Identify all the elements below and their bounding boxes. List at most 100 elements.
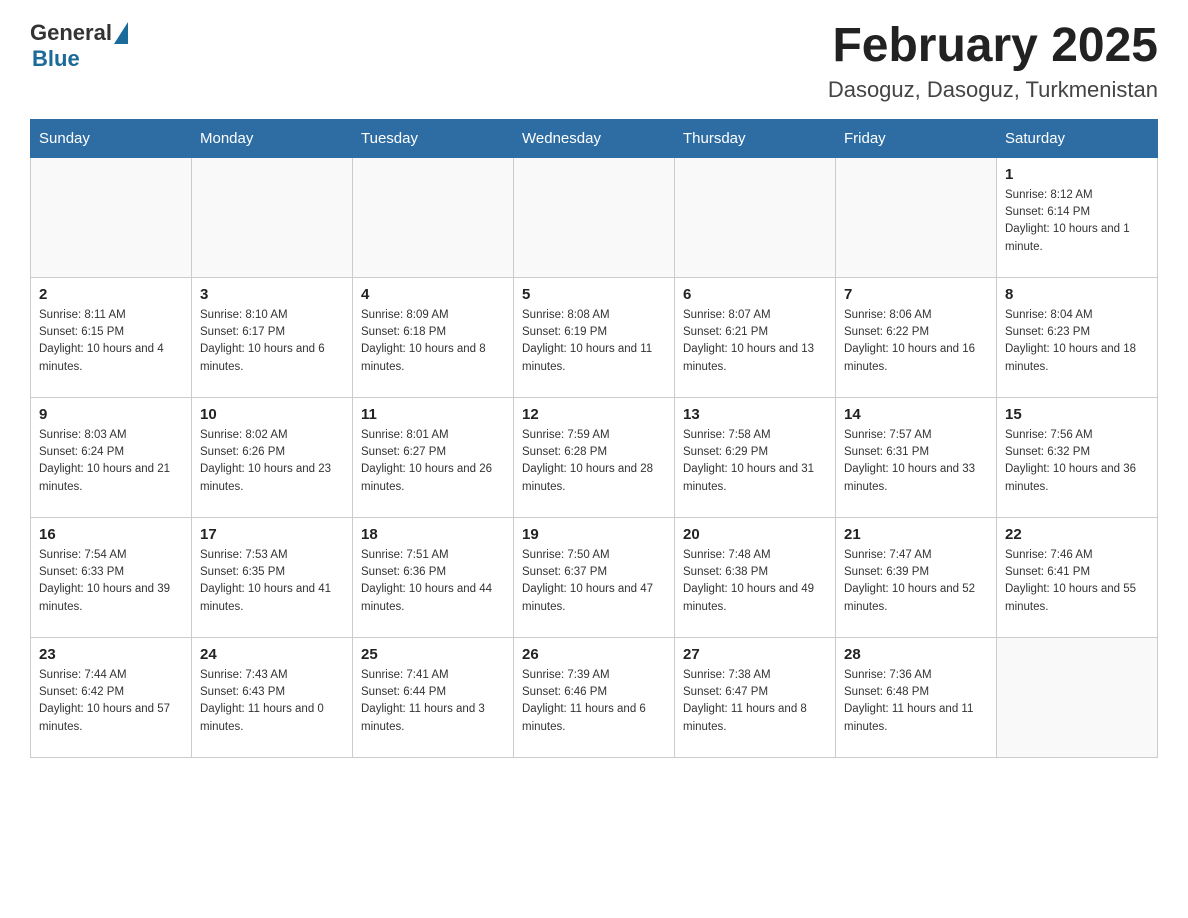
day-info: Sunrise: 7:58 AM Sunset: 6:29 PM Dayligh… bbox=[683, 427, 827, 496]
day-number: 24 bbox=[200, 646, 344, 663]
day-info: Sunrise: 8:06 AM Sunset: 6:22 PM Dayligh… bbox=[844, 307, 988, 376]
calendar-header-thursday: Thursday bbox=[675, 119, 836, 157]
day-info: Sunrise: 7:39 AM Sunset: 6:46 PM Dayligh… bbox=[522, 667, 666, 736]
location-subtitle: Dasoguz, Dasoguz, Turkmenistan bbox=[828, 77, 1158, 103]
calendar-day-cell: 11 Sunrise: 8:01 AM Sunset: 6:27 PM Dayli… bbox=[353, 397, 514, 517]
title-section: February 2025 Dasoguz, Dasoguz, Turkmeni… bbox=[828, 20, 1158, 103]
logo-general-text: General bbox=[30, 20, 112, 46]
calendar-day-cell: 22Sunrise: 7:46 AM Sunset: 6:41 PM Dayli… bbox=[997, 517, 1158, 637]
page-header: General Blue February 2025 Dasoguz, Daso… bbox=[30, 20, 1158, 103]
calendar-day-cell bbox=[31, 157, 192, 277]
calendar-day-cell: 15 Sunrise: 7:56 AM Sunset: 6:32 PM Dayli… bbox=[997, 397, 1158, 517]
day-info: Sunrise: 7:54 AM Sunset: 6:33 PM Dayligh… bbox=[39, 547, 183, 616]
day-info: Sunrise: 7:41 AM Sunset: 6:44 PM Dayligh… bbox=[361, 667, 505, 736]
calendar-day-cell: 20Sunrise: 7:48 AM Sunset: 6:38 PM Dayli… bbox=[675, 517, 836, 637]
calendar-header-sunday: Sunday bbox=[31, 119, 192, 157]
day-number: 21 bbox=[844, 526, 988, 543]
calendar-day-cell: 14 Sunrise: 7:57 AM Sunset: 6:31 PM Dayli… bbox=[836, 397, 997, 517]
calendar-day-cell: 26 Sunrise: 7:39 AM Sunset: 6:46 PM Dayli… bbox=[514, 637, 675, 757]
calendar-day-cell: 16 Sunrise: 7:54 AM Sunset: 6:33 PM Dayli… bbox=[31, 517, 192, 637]
day-number: 3 bbox=[200, 286, 344, 303]
day-number: 15 bbox=[1005, 406, 1149, 423]
calendar-day-cell: 27 Sunrise: 7:38 AM Sunset: 6:47 PM Dayli… bbox=[675, 637, 836, 757]
day-info: Sunrise: 8:09 AM Sunset: 6:18 PM Dayligh… bbox=[361, 307, 505, 376]
calendar-week-row: 23Sunrise: 7:44 AM Sunset: 6:42 PM Dayli… bbox=[31, 637, 1158, 757]
day-info: Sunrise: 8:02 AM Sunset: 6:26 PM Dayligh… bbox=[200, 427, 344, 496]
calendar-day-cell: 4 Sunrise: 8:09 AM Sunset: 6:18 PM Daylig… bbox=[353, 277, 514, 397]
day-number: 18 bbox=[361, 526, 505, 543]
day-number: 28 bbox=[844, 646, 988, 663]
calendar-day-cell: 1 Sunrise: 8:12 AM Sunset: 6:14 PM Daylig… bbox=[997, 157, 1158, 277]
day-info: Sunrise: 7:57 AM Sunset: 6:31 PM Dayligh… bbox=[844, 427, 988, 496]
day-info: Sunrise: 8:12 AM Sunset: 6:14 PM Dayligh… bbox=[1005, 187, 1149, 256]
day-number: 12 bbox=[522, 406, 666, 423]
calendar-day-cell: 6 Sunrise: 8:07 AM Sunset: 6:21 PM Daylig… bbox=[675, 277, 836, 397]
calendar-header-monday: Monday bbox=[192, 119, 353, 157]
calendar-day-cell: 12 Sunrise: 7:59 AM Sunset: 6:28 PM Dayli… bbox=[514, 397, 675, 517]
day-number: 1 bbox=[1005, 166, 1149, 183]
day-info: Sunrise: 7:59 AM Sunset: 6:28 PM Dayligh… bbox=[522, 427, 666, 496]
day-number: 23 bbox=[39, 646, 183, 663]
day-info: Sunrise: 7:50 AM Sunset: 6:37 PM Dayligh… bbox=[522, 547, 666, 616]
day-info: Sunrise: 8:03 AM Sunset: 6:24 PM Dayligh… bbox=[39, 427, 183, 496]
calendar-day-cell: 28 Sunrise: 7:36 AM Sunset: 6:48 PM Dayli… bbox=[836, 637, 997, 757]
calendar-week-row: 1 Sunrise: 8:12 AM Sunset: 6:14 PM Daylig… bbox=[31, 157, 1158, 277]
calendar-day-cell bbox=[836, 157, 997, 277]
logo-blue-text: Blue bbox=[32, 46, 80, 72]
calendar-day-cell: 9 Sunrise: 8:03 AM Sunset: 6:24 PM Daylig… bbox=[31, 397, 192, 517]
day-number: 10 bbox=[200, 406, 344, 423]
day-info: Sunrise: 7:38 AM Sunset: 6:47 PM Dayligh… bbox=[683, 667, 827, 736]
day-number: 25 bbox=[361, 646, 505, 663]
calendar-day-cell: 13 Sunrise: 7:58 AM Sunset: 6:29 PM Dayli… bbox=[675, 397, 836, 517]
day-number: 7 bbox=[844, 286, 988, 303]
day-info: Sunrise: 8:10 AM Sunset: 6:17 PM Dayligh… bbox=[200, 307, 344, 376]
day-number: 6 bbox=[683, 286, 827, 303]
day-info: Sunrise: 7:43 AM Sunset: 6:43 PM Dayligh… bbox=[200, 667, 344, 736]
day-number: 16 bbox=[39, 526, 183, 543]
calendar-header-friday: Friday bbox=[836, 119, 997, 157]
calendar-day-cell: 17 Sunrise: 7:53 AM Sunset: 6:35 PM Dayli… bbox=[192, 517, 353, 637]
calendar-day-cell bbox=[353, 157, 514, 277]
day-info: Sunrise: 8:01 AM Sunset: 6:27 PM Dayligh… bbox=[361, 427, 505, 496]
day-number: 17 bbox=[200, 526, 344, 543]
day-number: 13 bbox=[683, 406, 827, 423]
calendar-day-cell bbox=[675, 157, 836, 277]
calendar-day-cell: 5 Sunrise: 8:08 AM Sunset: 6:19 PM Daylig… bbox=[514, 277, 675, 397]
day-info: Sunrise: 7:53 AM Sunset: 6:35 PM Dayligh… bbox=[200, 547, 344, 616]
logo-triangle-icon bbox=[114, 22, 128, 44]
calendar-week-row: 9 Sunrise: 8:03 AM Sunset: 6:24 PM Daylig… bbox=[31, 397, 1158, 517]
day-number: 5 bbox=[522, 286, 666, 303]
calendar-header-row: SundayMondayTuesdayWednesdayThursdayFrid… bbox=[31, 119, 1158, 157]
day-info: Sunrise: 7:46 AM Sunset: 6:41 PM Dayligh… bbox=[1005, 547, 1149, 616]
day-number: 20 bbox=[683, 526, 827, 543]
calendar-week-row: 2Sunrise: 8:11 AM Sunset: 6:15 PM Daylig… bbox=[31, 277, 1158, 397]
calendar-day-cell: 19 Sunrise: 7:50 AM Sunset: 6:37 PM Dayli… bbox=[514, 517, 675, 637]
calendar-header-saturday: Saturday bbox=[997, 119, 1158, 157]
calendar-day-cell bbox=[997, 637, 1158, 757]
day-info: Sunrise: 8:11 AM Sunset: 6:15 PM Dayligh… bbox=[39, 307, 183, 376]
calendar-table: SundayMondayTuesdayWednesdayThursdayFrid… bbox=[30, 119, 1158, 758]
day-info: Sunrise: 8:08 AM Sunset: 6:19 PM Dayligh… bbox=[522, 307, 666, 376]
day-number: 14 bbox=[844, 406, 988, 423]
day-info: Sunrise: 8:07 AM Sunset: 6:21 PM Dayligh… bbox=[683, 307, 827, 376]
day-number: 8 bbox=[1005, 286, 1149, 303]
day-info: Sunrise: 7:56 AM Sunset: 6:32 PM Dayligh… bbox=[1005, 427, 1149, 496]
day-info: Sunrise: 7:36 AM Sunset: 6:48 PM Dayligh… bbox=[844, 667, 988, 736]
calendar-day-cell: 24 Sunrise: 7:43 AM Sunset: 6:43 PM Dayli… bbox=[192, 637, 353, 757]
day-number: 27 bbox=[683, 646, 827, 663]
day-number: 19 bbox=[522, 526, 666, 543]
day-info: Sunrise: 8:04 AM Sunset: 6:23 PM Dayligh… bbox=[1005, 307, 1149, 376]
calendar-day-cell: 8 Sunrise: 8:04 AM Sunset: 6:23 PM Daylig… bbox=[997, 277, 1158, 397]
day-number: 26 bbox=[522, 646, 666, 663]
day-number: 4 bbox=[361, 286, 505, 303]
calendar-header-wednesday: Wednesday bbox=[514, 119, 675, 157]
calendar-header-tuesday: Tuesday bbox=[353, 119, 514, 157]
day-number: 11 bbox=[361, 406, 505, 423]
calendar-day-cell: 18 Sunrise: 7:51 AM Sunset: 6:36 PM Dayli… bbox=[353, 517, 514, 637]
calendar-day-cell: 23Sunrise: 7:44 AM Sunset: 6:42 PM Dayli… bbox=[31, 637, 192, 757]
day-info: Sunrise: 7:47 AM Sunset: 6:39 PM Dayligh… bbox=[844, 547, 988, 616]
day-number: 9 bbox=[39, 406, 183, 423]
day-info: Sunrise: 7:51 AM Sunset: 6:36 PM Dayligh… bbox=[361, 547, 505, 616]
month-title: February 2025 bbox=[828, 20, 1158, 73]
calendar-day-cell: 25 Sunrise: 7:41 AM Sunset: 6:44 PM Dayli… bbox=[353, 637, 514, 757]
